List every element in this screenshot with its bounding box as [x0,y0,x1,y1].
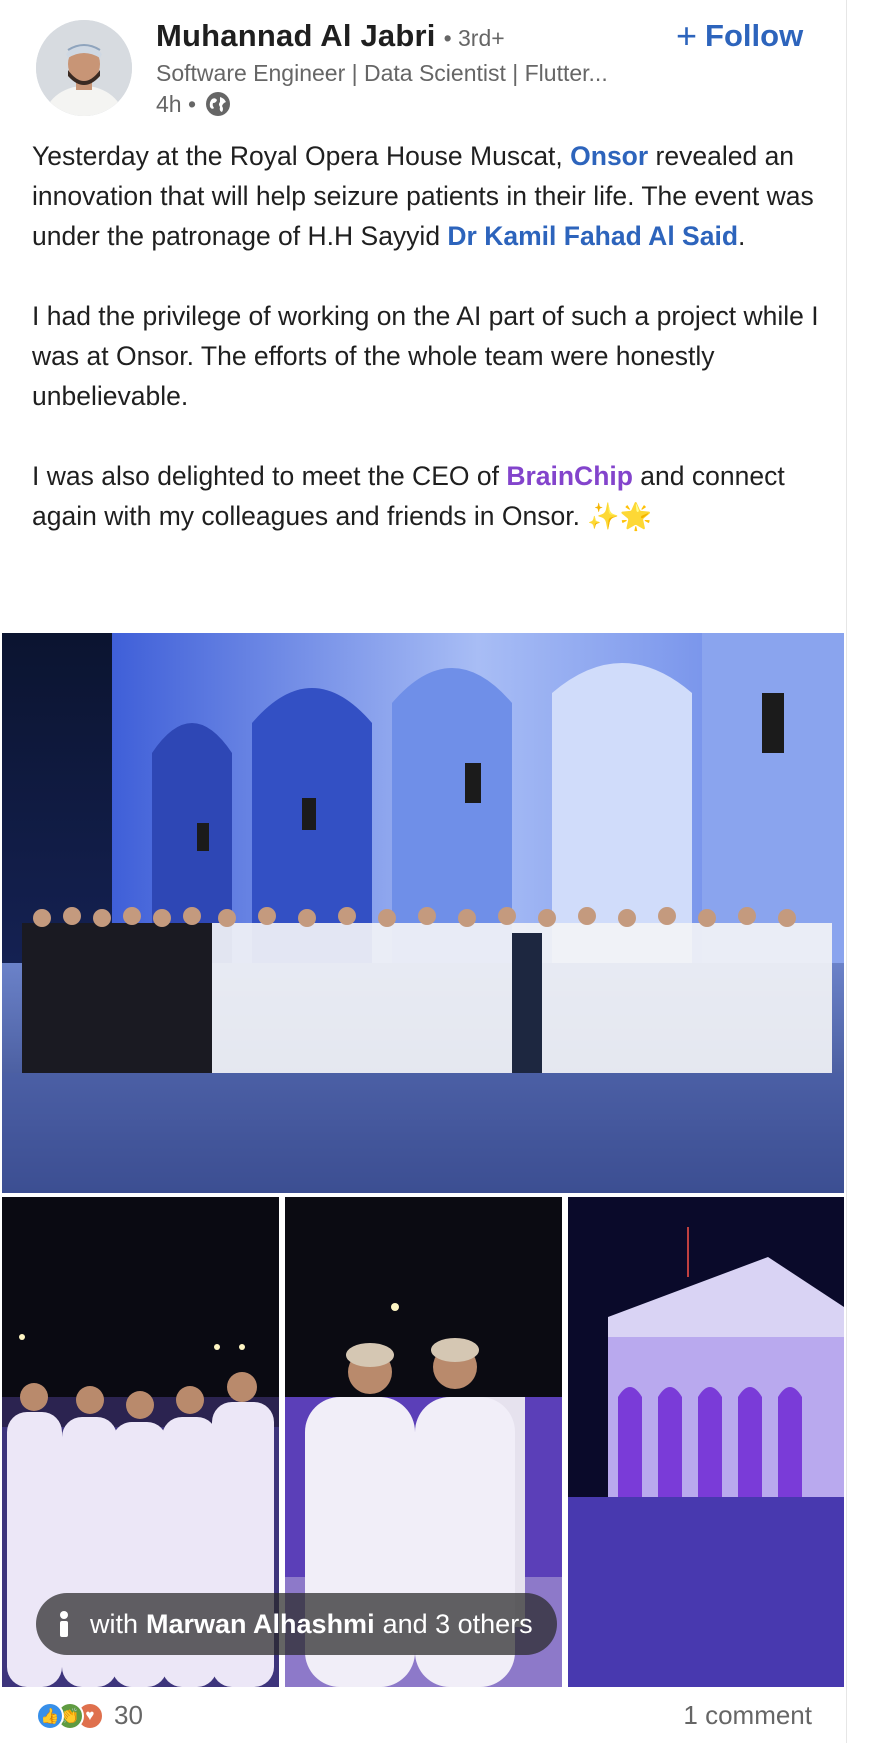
tag-name[interactable]: Marwan Alhashmi [146,1609,375,1640]
text-segment: . [738,221,746,251]
photo-group-main[interactable] [2,633,844,1193]
post-meta: 4h • [156,90,232,118]
page-gutter [846,0,877,1743]
reactions-summary[interactable]: 👍 👏 ♥ 30 [36,1700,143,1731]
mention-brainchip[interactable]: BrainChip [506,461,633,491]
author-avatar[interactable] [36,20,132,116]
author-headline: Software Engineer | Data Scientist | Flu… [156,60,608,86]
follow-label: Follow [705,18,804,53]
author-name[interactable]: Muhannad Al Jabri [156,18,436,54]
person-icon [60,1611,68,1637]
like-reaction-icon: 👍 [36,1701,64,1730]
tag-suffix[interactable]: and 3 others [383,1609,533,1640]
post-text: Yesterday at the Royal Opera House Musca… [32,136,832,536]
text-segment: I was also delighted to meet the CEO of [32,461,507,491]
comments-count[interactable]: 1 comment [683,1700,812,1731]
mention-onsor[interactable]: Onsor [570,141,648,171]
tag-prefix: with [90,1608,139,1639]
post-card: Muhannad Al Jabri • 3rd+ Software Engine… [0,0,846,1743]
reaction-count: 30 [114,1700,143,1730]
connection-degree: • 3rd+ [443,25,505,51]
author-row: Muhannad Al Jabri • 3rd+ [156,18,505,54]
photo-opera-house[interactable] [568,1197,844,1687]
follow-button[interactable]: + Follow [676,18,803,54]
post-paragraph-2: I had the privilege of working on the AI… [32,301,819,411]
tagged-people-pill[interactable]: with Marwan Alhashmi and 3 others [36,1593,557,1655]
post-time: 4h • [156,90,197,117]
plus-icon: + [676,15,698,56]
social-counts: 👍 👏 ♥ 30 1 comment [36,1700,812,1731]
text-segment: Yesterday at the Royal Opera House Musca… [32,141,571,171]
globe-icon [204,90,232,118]
mention-kamil[interactable]: Dr Kamil Fahad Al Said [447,221,738,251]
post-paragraph-1: Yesterday at the Royal Opera House Musca… [32,136,832,256]
sparkle-emoji: ✨🌟 [587,501,653,531]
post-paragraph-3: I was also delighted to meet the CEO of … [32,456,832,536]
